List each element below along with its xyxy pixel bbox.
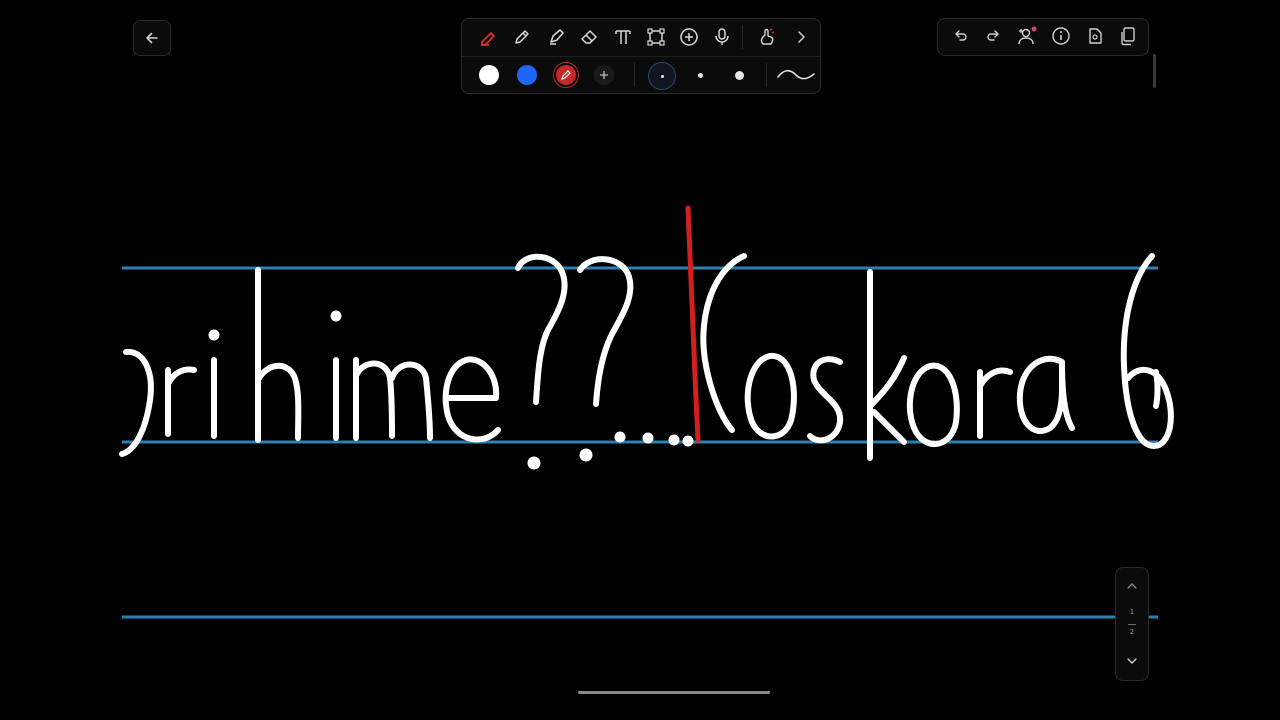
microphone-button[interactable] — [708, 23, 736, 51]
finger-draw-button[interactable] — [753, 23, 781, 51]
pencil-icon — [515, 30, 529, 44]
plus-icon — [600, 71, 608, 79]
page-up-button[interactable] — [1120, 576, 1144, 596]
page-settings-icon — [1089, 28, 1102, 44]
drawing-toolbar — [461, 18, 821, 94]
text-icon — [615, 30, 631, 44]
back-button[interactable] — [133, 20, 171, 56]
shape-select-tool-button[interactable] — [642, 23, 670, 51]
info-button[interactable] — [1047, 22, 1075, 50]
page-number-divider — [1128, 624, 1136, 625]
notes-screen: 1 2 — [0, 0, 1280, 720]
tool-row — [462, 19, 820, 55]
handwriting-ink — [119, 253, 1174, 470]
chevron-up-icon — [1127, 583, 1137, 589]
finger-draw-icon — [760, 28, 775, 45]
size-dot — [734, 70, 744, 80]
add-icon — [680, 28, 698, 46]
toolbar-divider — [634, 63, 635, 87]
wave-stroke-icon — [777, 69, 815, 80]
redo-icon — [987, 30, 999, 41]
chevron-down-icon — [1127, 658, 1137, 664]
pen-tool-button[interactable] — [474, 23, 502, 51]
pen-options-row — [462, 56, 820, 93]
page-down-button[interactable] — [1120, 651, 1144, 671]
stroke-size-large[interactable] — [726, 62, 752, 88]
color-swatch-white[interactable] — [479, 65, 499, 85]
pages-button[interactable] — [1114, 22, 1142, 50]
total-page-number: 2 — [1129, 628, 1135, 636]
highlighter-icon — [550, 29, 564, 45]
add-color-button[interactable] — [594, 65, 614, 85]
size-dot — [697, 72, 703, 78]
eraser-icon — [581, 30, 597, 44]
microphone-icon — [715, 28, 729, 45]
arrow-left-icon — [146, 32, 158, 44]
pages-icon — [1121, 27, 1135, 46]
size-dot — [660, 74, 664, 78]
shape-select-icon — [647, 28, 665, 46]
stroke-size-medium[interactable] — [687, 62, 713, 88]
redo-button[interactable] — [980, 22, 1008, 50]
more-tools-button[interactable] — [787, 23, 815, 51]
page-navigator: 1 2 — [1115, 567, 1149, 681]
info-icon — [1052, 27, 1070, 45]
pen-icon — [481, 32, 495, 46]
home-indicator[interactable] — [578, 691, 770, 694]
toolbar-divider — [766, 63, 767, 87]
undo-button[interactable] — [946, 22, 974, 50]
current-page-number: 1 — [1129, 608, 1135, 616]
red-ink-stroke — [685, 205, 701, 443]
color-swatch-blue[interactable] — [517, 65, 537, 85]
stroke-size-small[interactable] — [648, 62, 676, 90]
pencil-tool-button[interactable] — [508, 23, 536, 51]
text-tool-button[interactable] — [609, 23, 637, 51]
chevron-right-icon — [798, 31, 805, 43]
note-canvas — [119, 205, 1174, 619]
add-collaborator-icon — [1018, 26, 1037, 45]
eraser-tool-button[interactable] — [575, 23, 603, 51]
page-settings-button[interactable] — [1081, 22, 1109, 50]
edit-color-icon — [561, 70, 571, 80]
undo-icon — [955, 30, 967, 41]
vertical-scrollbar[interactable] — [1153, 54, 1156, 88]
add-collaborator-button[interactable] — [1013, 22, 1041, 50]
color-swatch-red[interactable] — [556, 65, 576, 85]
highlighter-tool-button[interactable] — [542, 23, 570, 51]
document-toolbar — [937, 18, 1149, 56]
stroke-style-button[interactable] — [776, 61, 816, 89]
insert-button[interactable] — [675, 23, 703, 51]
toolbar-divider — [742, 25, 743, 49]
